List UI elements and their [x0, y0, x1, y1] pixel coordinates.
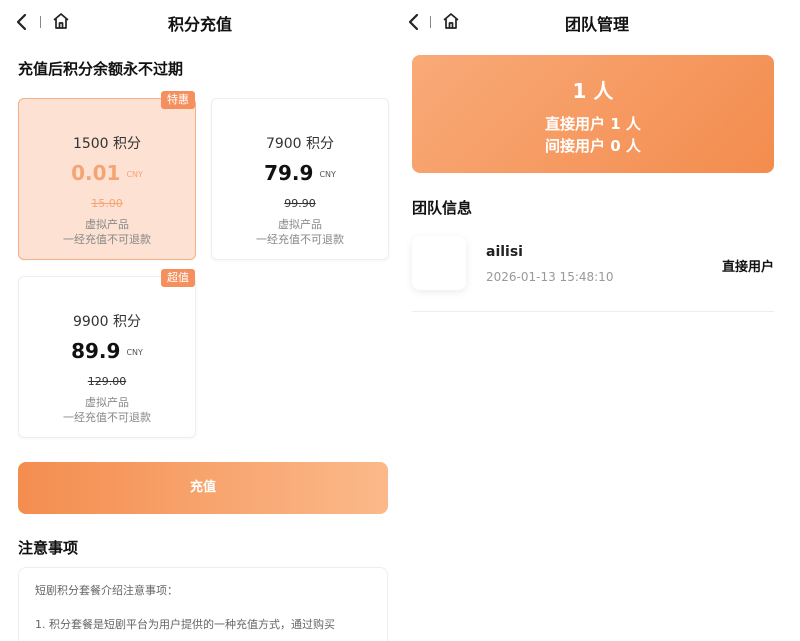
- package-original-price: 129.00: [87, 375, 127, 388]
- package-price: 0.01 CNY: [71, 161, 143, 185]
- page-title: 团队管理: [564, 15, 629, 34]
- team-summary-banner: 1 人 直接用户 1 人 间接用户 0 人: [412, 55, 774, 173]
- package-desc: 虚拟产品 一经充值不可退款: [63, 218, 151, 246]
- member-name: ailisi: [486, 244, 523, 260]
- team-total: 1 人: [572, 79, 614, 103]
- notes-intro: 短剧积分套餐介绍注意事项：: [35, 584, 178, 597]
- team-screen: 团队管理 1 人 直接用户 1 人 间接用户 0 人 团队信息 ailisi 2…: [400, 0, 800, 641]
- package-desc: 虚拟产品 一经充值不可退款: [256, 218, 344, 246]
- notes-item: 1. 积分套餐是短剧平台为用户提供的一种充值方式，通过购买: [35, 618, 335, 631]
- nav-bar: 团队管理: [400, 0, 800, 44]
- package-points: 7900 积分: [265, 136, 335, 152]
- member-join-time: 2026-01-13 15:48:10: [486, 270, 614, 284]
- package-badge: 特惠: [161, 91, 195, 109]
- section-title: 充值后积分余额永不过期: [18, 60, 184, 78]
- package-card-1500[interactable]: 特惠 1500 积分 0.01 CNY 15.00 虚拟产品 一经充值不可退款: [18, 91, 196, 260]
- direct-user-count: 直接用户 1 人: [545, 115, 641, 133]
- package-points: 9900 积分: [72, 314, 142, 330]
- package-original-price: 15.00: [91, 197, 123, 210]
- member-type: 直接用户: [721, 260, 774, 275]
- notes-box: 短剧积分套餐介绍注意事项： 1. 积分套餐是短剧平台为用户提供的一种充值方式，通…: [18, 567, 388, 641]
- avatar: [412, 236, 466, 290]
- recharge-screen: 积分充值 充值后积分余额永不过期 特惠 1500 积分 0.01 CNY 15.0…: [0, 0, 400, 641]
- page-title: 积分充值: [167, 15, 232, 34]
- indirect-user-count: 间接用户 0 人: [545, 137, 641, 155]
- package-badge: 超值: [161, 269, 195, 287]
- team-info-title: 团队信息: [412, 199, 473, 217]
- notes-title: 注意事项: [18, 539, 79, 557]
- recharge-button[interactable]: 充值: [18, 462, 388, 514]
- team-member-row[interactable]: ailisi 2026-01-13 15:48:10 直接用户: [412, 236, 774, 312]
- package-price: 79.9 CNY: [264, 161, 336, 185]
- package-card-7900[interactable]: 7900 积分 79.9 CNY 99.90 虚拟产品 一经充值不可退款: [211, 98, 389, 260]
- package-desc: 虚拟产品 一经充值不可退款: [63, 396, 151, 424]
- package-price: 89.9 CNY: [71, 339, 143, 363]
- package-card-9900[interactable]: 超值 9900 积分 89.9 CNY 129.00 虚拟产品 一经充值不可退款: [18, 269, 196, 438]
- package-original-price: 99.90: [284, 197, 316, 210]
- nav-bar: 积分充值: [0, 0, 400, 44]
- package-points: 1500 积分: [72, 136, 142, 152]
